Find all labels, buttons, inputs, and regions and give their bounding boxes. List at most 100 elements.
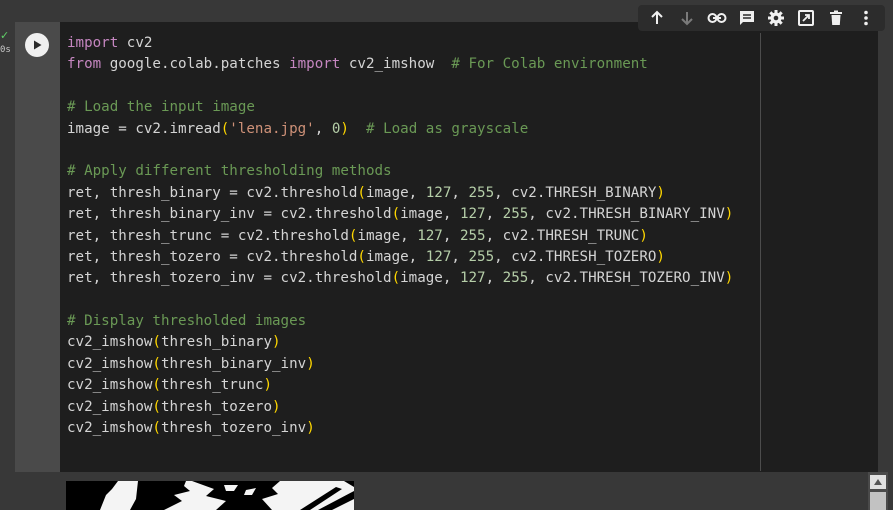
code-token: image, (400, 206, 460, 223)
code-token: , (314, 120, 332, 137)
code-token: image, (365, 248, 426, 265)
code-line: import cv2 (67, 33, 733, 54)
code-token: 127 (425, 248, 452, 265)
code-token: 127 (459, 206, 486, 223)
chevron-up-icon (874, 479, 882, 485)
code-token: thresh_trunc (160, 377, 264, 394)
scroll-up-button[interactable] (870, 475, 886, 489)
code-token: thresh_binary (160, 334, 273, 351)
code-token: , cv2.THRESH_BINARY (494, 184, 657, 201)
code-token: google.colab.patches (101, 56, 290, 73)
code-token: ) (340, 120, 349, 137)
code-token: cv2_imshow (67, 398, 153, 415)
code-token: cv2_imshow (67, 334, 153, 351)
code-token: image, (365, 184, 426, 201)
more-button[interactable] (854, 6, 878, 30)
code-token: ret, thresh_binary_inv = cv2.threshold (67, 206, 392, 223)
settings-button[interactable] (764, 6, 788, 30)
code-line: cv2_imshow(thresh_tozero_inv) (67, 418, 733, 439)
mirror-cell-button[interactable] (794, 6, 818, 30)
left-gutter (0, 22, 15, 510)
code-token: , cv2.THRESH_BINARY_INV (528, 206, 725, 223)
code-token: # For Colab environment (451, 56, 648, 73)
code-token: thresh_binary_inv (160, 355, 307, 372)
code-line: cv2_imshow(thresh_binary_inv) (67, 354, 733, 375)
gear-icon (768, 10, 785, 26)
code-token: , (451, 248, 469, 265)
code-line: from google.colab.patches import cv2_ims… (67, 54, 733, 75)
code-token: 255 (502, 206, 529, 223)
code-token: , cv2.THRESH_TOZERO_INV (528, 270, 725, 287)
code-token: ) (272, 398, 281, 415)
code-line: ret, thresh_tozero_inv = cv2.threshold(i… (67, 268, 733, 289)
code-token: ( (357, 184, 366, 201)
code-token: ) (724, 206, 734, 223)
delete-button[interactable] (824, 6, 848, 30)
code-token: 255 (468, 184, 495, 201)
scroll-thumb[interactable] (870, 492, 886, 510)
code-token: 127 (425, 184, 452, 201)
code-token: , (485, 206, 503, 223)
code-token: 127 (417, 227, 443, 244)
code-token: 127 (459, 270, 486, 287)
cell-toolbar (638, 5, 885, 31)
code-token: ret, thresh_tozero_inv = cv2.threshold (67, 270, 392, 287)
arrow-down-icon (681, 12, 693, 26)
cell-gutter (15, 22, 60, 472)
code-token: image, (357, 227, 418, 244)
code-token: ) (656, 248, 665, 265)
code-token: from (67, 56, 102, 73)
execution-status-check-icon: ✓ (0, 29, 10, 42)
tab-icon (798, 10, 815, 26)
move-down-button[interactable] (675, 6, 699, 30)
code-line: ret, thresh_binary_inv = cv2.threshold(i… (67, 204, 733, 225)
move-up-button[interactable] (645, 6, 669, 30)
editor-ruler (760, 33, 761, 471)
run-cell-button[interactable] (25, 33, 49, 57)
code-token: ( (152, 334, 161, 351)
code-token: ) (306, 420, 315, 437)
code-content[interactable]: import cv2 from google.colab.patches impo… (67, 33, 733, 439)
code-token: import (289, 56, 341, 73)
output-image (66, 481, 354, 510)
add-comment-button[interactable] (735, 6, 759, 30)
trash-icon (830, 10, 843, 25)
code-token: , cv2.THRESH_TOZERO (494, 248, 657, 265)
code-token: ) (656, 184, 665, 201)
code-token: ( (391, 270, 401, 287)
code-token: 255 (502, 270, 529, 287)
link-icon (707, 13, 727, 23)
code-line: ret, thresh_tozero = cv2.threshold(image… (67, 247, 733, 268)
code-token: ret, thresh_binary = cv2.threshold (67, 184, 358, 201)
code-token: # Load as grayscale (366, 120, 529, 137)
code-token: ( (152, 398, 161, 415)
copy-link-button[interactable] (705, 6, 729, 30)
code-token: image = cv2.imread (67, 120, 221, 137)
code-line: ret, thresh_binary = cv2.threshold(image… (67, 183, 733, 204)
code-token: , (451, 184, 469, 201)
code-token: import (67, 35, 119, 51)
code-token: # Display thresholded images (67, 313, 307, 330)
code-token: cv2_imshow (67, 377, 153, 394)
code-token: ( (152, 420, 161, 437)
code-token: ( (152, 377, 161, 394)
thresholded-image-preview (66, 481, 354, 510)
code-token: , (485, 270, 503, 287)
code-line: cv2_imshow(thresh_tozero) (67, 397, 733, 418)
code-token: ( (357, 248, 366, 265)
code-token: thresh_tozero (160, 398, 273, 415)
code-token: cv2_imshow (340, 56, 452, 73)
code-line: # Display thresholded images (67, 311, 733, 332)
code-token: cv2 (118, 35, 153, 51)
code-line: ret, thresh_trunc = cv2.threshold(image,… (67, 226, 733, 247)
code-token: , cv2.THRESH_TRUNC (485, 227, 640, 244)
code-token: ( (152, 355, 161, 372)
execution-time: 0s (0, 45, 11, 55)
code-line: # Apply different thresholding methods (67, 161, 733, 182)
code-line: # Load the input image (67, 97, 733, 118)
code-token: cv2_imshow (67, 420, 153, 437)
play-icon (34, 40, 42, 50)
